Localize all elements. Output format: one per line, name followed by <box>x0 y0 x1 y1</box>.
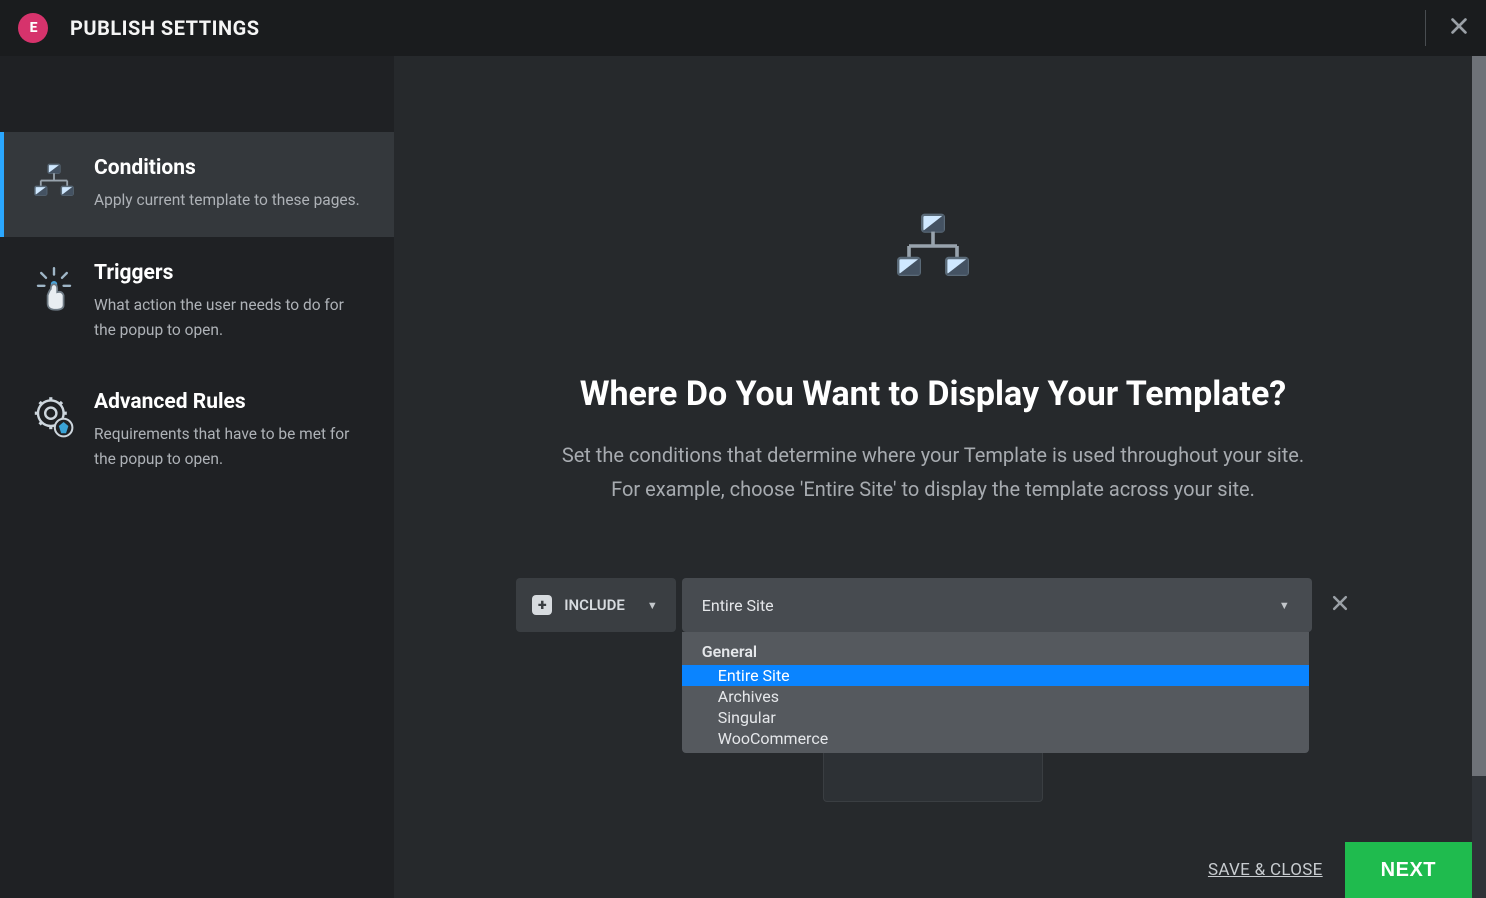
sitemap-hero-icon <box>897 210 969 286</box>
plus-icon: + <box>532 595 552 615</box>
condition-target-value: Entire Site <box>702 596 774 615</box>
header-title: PUBLISH SETTINGS <box>70 16 260 40</box>
dropdown-group-label: General <box>682 638 1309 665</box>
footer-actions: SAVE & CLOSE NEXT <box>1208 842 1472 898</box>
sidebar-item-title: Conditions <box>94 156 360 180</box>
dropdown-option-singular[interactable]: Singular <box>682 707 1309 728</box>
sidebar-item-text: Advanced Rules Requirements that have to… <box>82 390 374 472</box>
dropdown-option-archives[interactable]: Archives <box>682 686 1309 707</box>
next-button[interactable]: NEXT <box>1345 842 1472 898</box>
sidebar-item-desc: What action the user needs to do for the… <box>94 293 366 343</box>
sidebar-item-triggers[interactable]: Triggers What action the user needs to d… <box>0 237 394 367</box>
elementor-logo: E <box>18 13 48 43</box>
close-icon[interactable] <box>1448 15 1470 41</box>
chevron-down-icon: ▼ <box>647 599 658 612</box>
chevron-down-icon: ▼ <box>1279 599 1290 612</box>
sidebar-item-text: Triggers What action the user needs to d… <box>82 261 374 343</box>
sidebar-item-title: Advanced Rules <box>94 390 366 414</box>
main-content: Where Do You Want to Display Your Templa… <box>394 56 1472 898</box>
condition-mode-label: INCLUDE <box>564 596 625 614</box>
target-dropdown: General Entire Site Archives Singular Wo… <box>682 632 1309 753</box>
header: E PUBLISH SETTINGS <box>0 0 1486 56</box>
remove-condition-icon[interactable] <box>1330 593 1350 617</box>
desc-line-2: For example, choose 'Entire Site' to dis… <box>611 477 1255 501</box>
save-close-link[interactable]: SAVE & CLOSE <box>1208 860 1323 880</box>
sidebar-item-desc: Apply current template to these pages. <box>94 188 360 213</box>
sidebar: Conditions Apply current template to the… <box>0 56 394 898</box>
condition-row: + INCLUDE ▼ Entire Site ▼ General Entire… <box>516 578 1350 632</box>
sitemap-icon <box>26 156 82 204</box>
sidebar-item-advanced-rules[interactable]: Advanced Rules Requirements that have to… <box>0 366 394 496</box>
sidebar-item-desc: Requirements that have to be met for the… <box>94 422 366 472</box>
gear-rules-icon <box>26 390 82 442</box>
header-divider <box>1425 10 1426 46</box>
scrollbar-thumb[interactable] <box>1472 56 1486 776</box>
sidebar-item-conditions[interactable]: Conditions Apply current template to the… <box>0 132 394 237</box>
body: Conditions Apply current template to the… <box>0 56 1472 898</box>
scrollbar[interactable] <box>1472 56 1486 898</box>
sidebar-item-text: Conditions Apply current template to the… <box>82 156 368 213</box>
main-title: Where Do You Want to Display Your Templa… <box>580 374 1286 414</box>
dropdown-option-woocommerce[interactable]: WooCommerce <box>682 728 1309 749</box>
click-icon <box>26 261 82 313</box>
condition-target-select[interactable]: Entire Site ▼ General Entire Site Archiv… <box>682 578 1312 632</box>
sidebar-item-title: Triggers <box>94 261 366 285</box>
condition-mode-select[interactable]: + INCLUDE ▼ <box>516 578 676 632</box>
header-actions <box>1425 0 1470 56</box>
desc-line-1: Set the conditions that determine where … <box>562 443 1304 467</box>
dropdown-option-entire-site[interactable]: Entire Site <box>682 665 1309 686</box>
main-description: Set the conditions that determine where … <box>562 438 1304 506</box>
